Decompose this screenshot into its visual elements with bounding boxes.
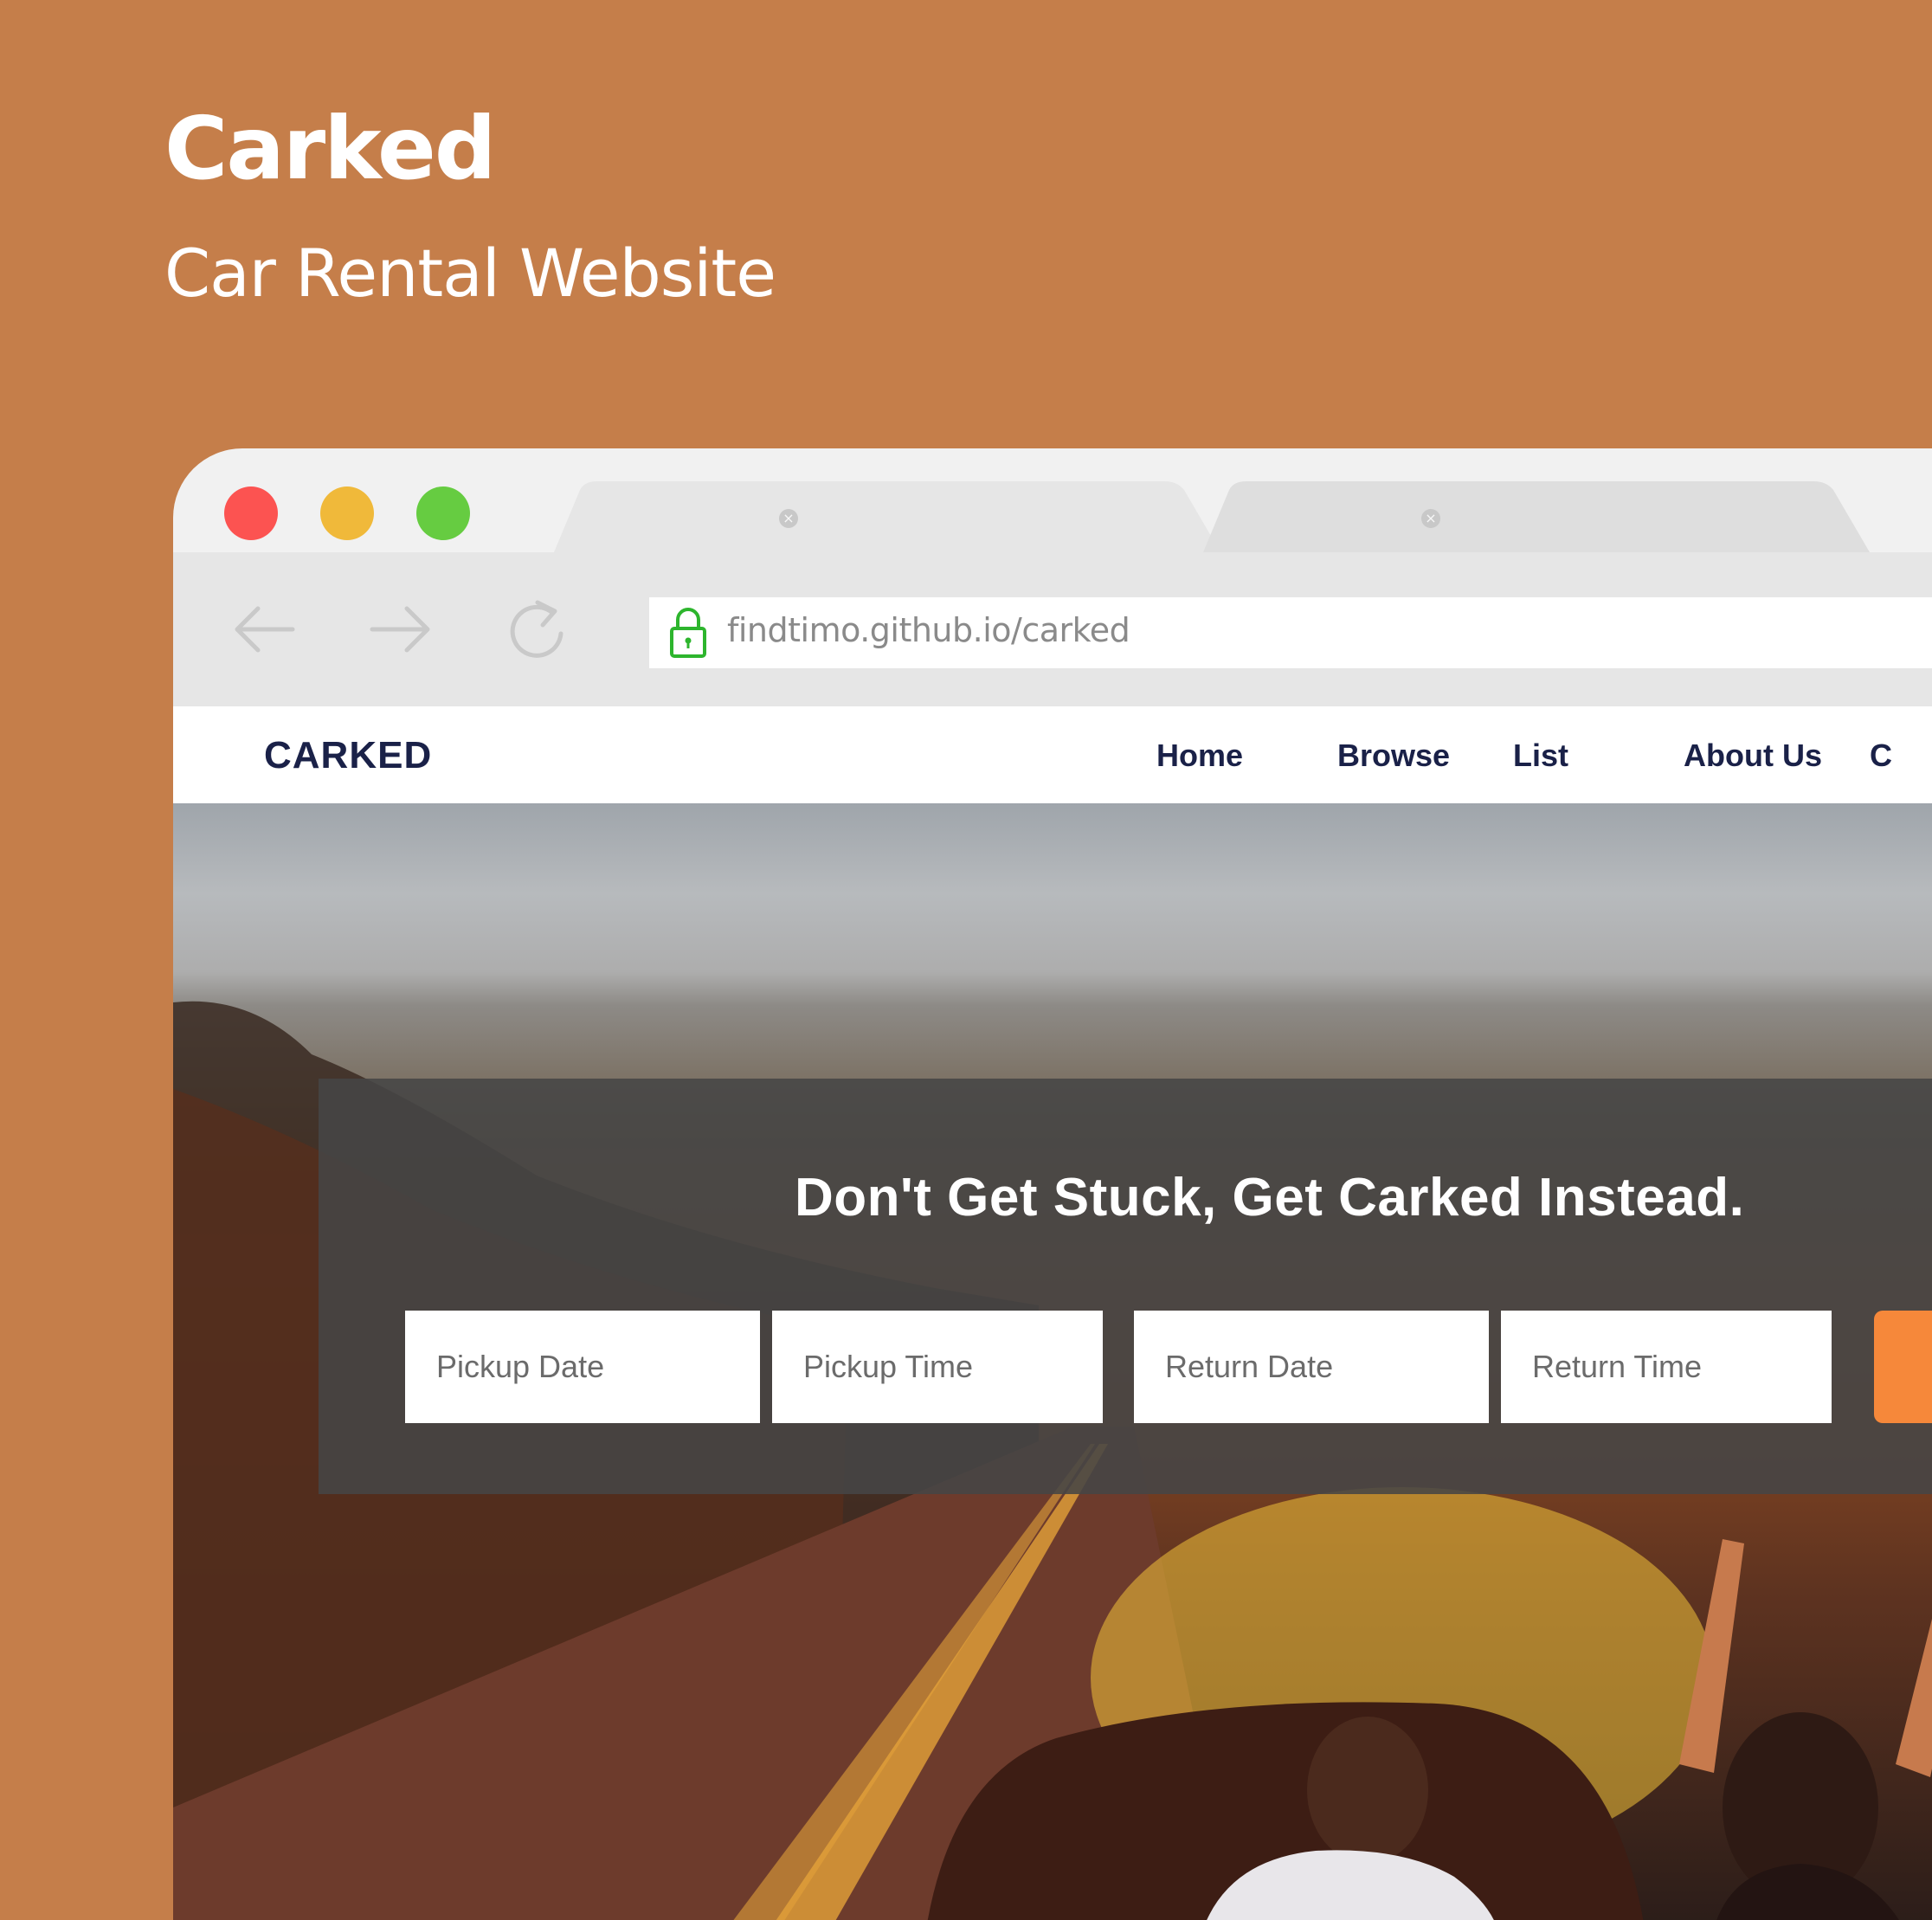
browser-tab-1[interactable]: ×: [554, 481, 1220, 552]
pickup-date-input[interactable]: Pickup Date: [405, 1311, 760, 1423]
address-bar[interactable]: findtimo.github.io/carked: [649, 597, 1932, 668]
tab-close-icon[interactable]: ×: [779, 509, 798, 528]
minimize-window-button[interactable]: [320, 486, 374, 540]
browser-toolbar: findtimo.github.io/carked: [173, 552, 1932, 706]
tab-close-icon[interactable]: ×: [1421, 509, 1440, 528]
reload-icon[interactable]: [498, 590, 576, 668]
return-date-input[interactable]: Return Date: [1134, 1311, 1489, 1423]
site-navbar: CARKED Home Browse List About Us C: [173, 706, 1932, 803]
search-overlay-panel: [319, 1079, 1932, 1494]
promo-subtitle: Car Rental Website: [164, 235, 776, 312]
browser-tab-2[interactable]: ×: [1203, 481, 1870, 552]
pickup-time-input[interactable]: Pickup Time: [772, 1311, 1103, 1423]
nav-link-list[interactable]: List: [1513, 738, 1568, 774]
hero-section: Don't Get Stuck, Get Carked Instead. Pic…: [173, 803, 1932, 1920]
close-window-button[interactable]: [224, 486, 278, 540]
search-button[interactable]: [1874, 1311, 1932, 1423]
back-arrow-icon[interactable]: [225, 590, 303, 668]
promo-title: Carked: [164, 98, 496, 199]
hero-headline: Don't Get Stuck, Get Carked Instead.: [795, 1168, 1745, 1227]
nav-link-home[interactable]: Home: [1156, 738, 1243, 774]
browser-window: × × findtimo.github.io/carked CARKED Hom…: [173, 448, 1932, 1920]
nav-link-contact-partial[interactable]: C: [1870, 738, 1892, 774]
nav-link-browse[interactable]: Browse: [1337, 738, 1450, 774]
forward-arrow-icon[interactable]: [362, 590, 440, 668]
lock-icon: [668, 606, 708, 660]
maximize-window-button[interactable]: [416, 486, 470, 540]
return-time-input[interactable]: Return Time: [1501, 1311, 1832, 1423]
nav-link-about-us[interactable]: About Us: [1684, 738, 1822, 774]
url-text[interactable]: findtimo.github.io/carked: [727, 611, 1130, 649]
site-logo[interactable]: CARKED: [264, 734, 432, 777]
